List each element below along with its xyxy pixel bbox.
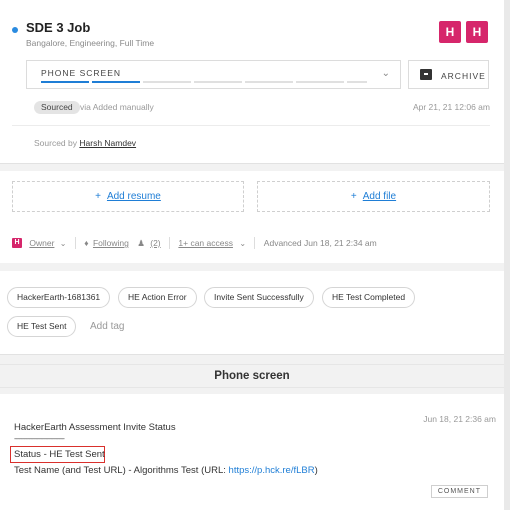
attachments-card: + Add resume + Add file H Owner ⌄ ♦ Follow… [0,171,504,263]
job-subtitle: Bangalore, Engineering, Full Time [26,38,155,48]
stage-progress-segment [347,81,367,83]
hiring-team-avatar[interactable]: H [466,21,488,43]
stage-progress-segment [194,81,242,83]
followers-count[interactable]: (2) [150,238,160,248]
owner-avatar: H [12,238,22,248]
comment-button[interactable]: COMMENT [430,485,488,498]
add-file-link[interactable]: Add file [363,191,396,202]
sourced-by-label: Sourced by [34,138,77,148]
divider [12,125,490,126]
source-via: via Added manually [80,102,154,112]
followers-icon: ♟ [137,237,145,248]
owner-row: H Owner ⌄ ♦ Following ♟ (2) 1+ can acces… [12,237,377,249]
source-badge: Sourced [34,101,80,114]
note-test-text: Test Name (and Test URL) - Algorithms Te… [14,465,229,476]
plus-icon: + [95,191,101,202]
divider [254,237,256,249]
sourced-by-link[interactable]: Harsh Namdev [79,138,136,148]
note-dashes: ------------------------------ [14,434,65,443]
source-date: Apr 21, 21 12:06 am [412,102,490,112]
note-date: Jun 18, 21 2:36 am [423,414,496,424]
chevron-down-icon: ⌄ [239,238,247,248]
stage-progress-segment [143,81,191,83]
stage-progress-segment [296,81,344,83]
sourced-by: Sourced by Harsh Namdev [34,138,136,148]
plus-icon: + [350,191,357,202]
add-resume-link[interactable]: Add resume [107,191,161,202]
section-title: Phone screen [0,364,504,388]
job-title[interactable]: SDE 3 Job [26,20,90,35]
following-button[interactable]: Following [93,238,129,248]
note-test-line: Test Name (and Test URL) - Algorithms Te… [14,465,318,476]
status-dot [12,27,18,33]
stage-progress-segment [41,81,89,83]
stage-label: PHONE SCREEN [41,68,122,78]
tag-chip[interactable]: HackerEarth-1681361 [7,287,111,308]
tag-chip[interactable]: HE Test Completed [322,287,416,308]
note-test-suffix: ) [314,465,318,476]
add-file-dropzone[interactable]: + Add file [257,181,490,212]
tag-chip[interactable]: HE Action Error [118,287,197,308]
add-resume-dropzone[interactable]: + Add resume [12,181,244,212]
scrollbar[interactable] [504,0,510,510]
advanced-date: Advanced Jun 18, 21 2:34 am [263,238,377,248]
tag-chip[interactable]: Invite Sent Successfully [204,287,314,308]
hiring-team-avatar[interactable]: H [439,21,461,43]
add-tag-input[interactable]: Add tag [90,321,124,332]
opportunity-header-card: SDE 3 Job Bangalore, Engineering, Full T… [0,0,504,164]
stage-progress-segment [92,81,140,83]
archive-icon [420,69,432,80]
stage-dropdown[interactable]: PHONE SCREEN ⌄ [26,60,401,89]
archive-button[interactable]: ARCHIVE [408,60,489,89]
note-status: Status - HE Test Sent [14,449,105,460]
divider [169,237,171,249]
archive-label: ARCHIVE [441,71,486,81]
tags-card [0,271,504,355]
chevron-down-icon: ⌄ [381,68,390,79]
note-heading: HackerEarth Assessment Invite Status [14,422,176,433]
stage-progress-segment [245,81,293,83]
divider [74,237,76,249]
bell-icon: ♦ [84,238,89,248]
chevron-down-icon: ⌄ [59,238,67,248]
test-url-link[interactable]: https://p.hck.re/fLBR [229,465,315,476]
access-dropdown[interactable]: 1+ can access [178,238,233,248]
tag-chip[interactable]: HE Test Sent [7,316,77,337]
owner-dropdown[interactable]: Owner [29,238,54,248]
